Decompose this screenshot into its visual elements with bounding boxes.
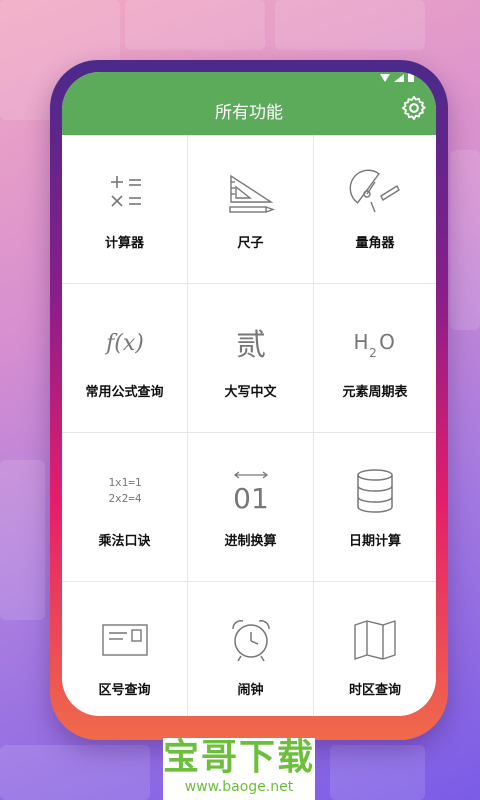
tool-label: 量角器 xyxy=(355,235,395,251)
battery-icon xyxy=(408,72,414,82)
chinese-numeral-icon: 贰 xyxy=(236,328,266,363)
background-tile xyxy=(0,460,45,620)
background-tile xyxy=(0,745,150,800)
mult-line-2: 2x2=4 xyxy=(108,492,141,505)
tool-protractor[interactable]: 量角器 xyxy=(314,135,436,284)
calculator-icon xyxy=(110,175,141,207)
background-tile xyxy=(330,745,425,800)
tool-formula[interactable]: f(x) 常用公式查询 xyxy=(62,284,188,433)
multiplication-table-icon: 1x1=1 2x2=4 xyxy=(108,476,141,505)
tool-label: 区号查询 xyxy=(98,682,151,698)
alarm-clock-icon xyxy=(231,619,270,661)
tool-periodic-table[interactable]: H 2 O 元素周期表 xyxy=(314,284,436,433)
tool-area-code[interactable]: 区号查询 xyxy=(62,582,188,716)
tool-label: 计算器 xyxy=(104,235,144,251)
h2o-o: O xyxy=(379,330,395,354)
tool-time-zone[interactable]: 时区查询 xyxy=(314,582,436,716)
tool-base-conversion[interactable]: 01 进制换算 xyxy=(188,433,314,582)
wifi-icon xyxy=(380,74,390,82)
background-tile xyxy=(450,150,480,330)
h2o-h: H xyxy=(353,330,368,354)
tool-label: 常用公式查询 xyxy=(85,384,164,400)
header: 所有功能 xyxy=(62,72,436,135)
ruler-icon xyxy=(228,174,275,213)
tool-grid: 计算器 尺子 量角器 f(x) 常用公式查询 贰 大写中文 H 2 O 元素周期… xyxy=(62,135,436,716)
tool-calculator[interactable]: 计算器 xyxy=(62,135,188,284)
base-conversion-icon: 01 xyxy=(233,470,269,515)
tool-multiplication[interactable]: 1x1=1 2x2=4 乘法口诀 xyxy=(62,433,188,582)
phone-frame: 所有功能 计算器 尺子 量角器 f(x) 常用公式查询 贰 大写中文 H 2 O… xyxy=(50,60,448,740)
chinese-numeral-text: 贰 xyxy=(236,328,266,363)
tool-label: 时区查询 xyxy=(348,682,401,698)
mult-line-1: 1x1=1 xyxy=(108,476,141,489)
protractor-icon xyxy=(349,169,400,212)
formula-icon: f(x) xyxy=(104,331,144,356)
watermark-url: www.baoge.net xyxy=(184,779,294,795)
page-title: 所有功能 xyxy=(215,103,283,123)
background-tile xyxy=(125,0,265,50)
tool-chinese-numeral[interactable]: 贰 大写中文 xyxy=(188,284,314,433)
tool-label: 大写中文 xyxy=(224,384,277,400)
watermark-brand: 宝哥下载 xyxy=(163,737,316,778)
tool-label: 进制换算 xyxy=(224,533,277,549)
background-tile xyxy=(275,0,425,50)
h2o-2: 2 xyxy=(369,346,377,360)
tool-label: 日期计算 xyxy=(348,533,401,549)
map-icon xyxy=(354,619,396,660)
database-icon xyxy=(357,468,393,513)
watermark-logo: 宝哥下载 www.baoge.net xyxy=(163,738,315,800)
base-text: 01 xyxy=(233,482,269,515)
tool-ruler[interactable]: 尺子 xyxy=(188,135,314,284)
signal-icon xyxy=(394,74,404,82)
tool-label: 闹钟 xyxy=(237,682,264,698)
status-bar xyxy=(380,72,414,82)
tool-label: 乘法口诀 xyxy=(98,533,151,549)
tool-label: 元素周期表 xyxy=(342,384,408,400)
tool-label: 尺子 xyxy=(237,235,264,251)
area-code-icon xyxy=(101,623,148,656)
gear-icon[interactable] xyxy=(400,94,428,122)
periodic-table-icon: H 2 O xyxy=(353,330,395,360)
tool-date-calculation[interactable]: 日期计算 xyxy=(314,433,436,582)
tool-alarm-clock[interactable]: 闹钟 xyxy=(188,582,314,716)
formula-text: f(x) xyxy=(104,331,144,356)
app-screen: 所有功能 计算器 尺子 量角器 f(x) 常用公式查询 贰 大写中文 H 2 O… xyxy=(62,72,436,716)
